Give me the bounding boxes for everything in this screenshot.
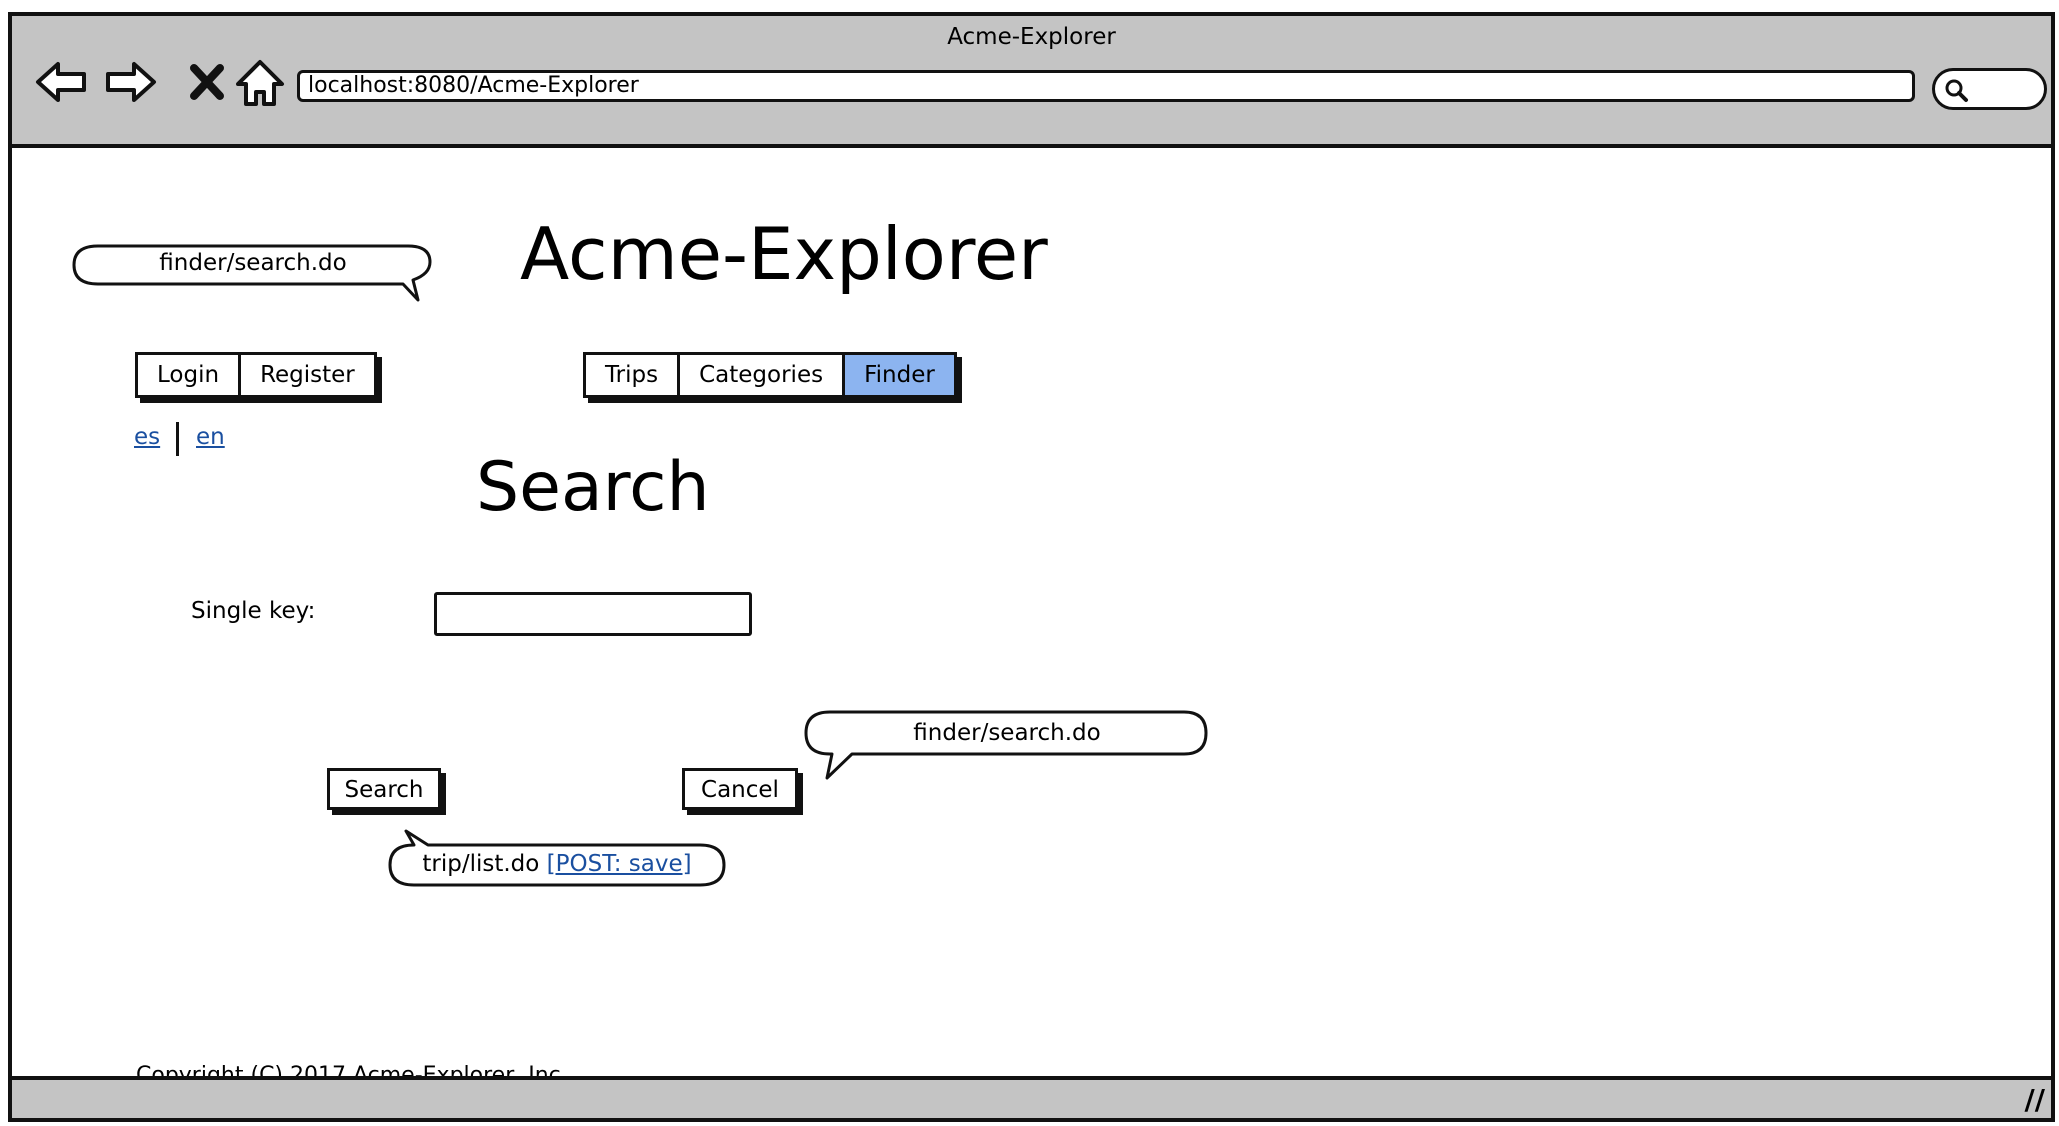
browser-window: Acme-Explorer localhost:8080/Acme-Explor…	[8, 12, 2055, 1122]
auth-button-bar: Login Register	[135, 352, 377, 398]
back-icon[interactable]	[34, 54, 90, 110]
page-heading: Search	[476, 448, 710, 527]
tab-categories[interactable]: Categories	[680, 355, 846, 395]
register-button[interactable]: Register	[241, 355, 374, 395]
url-annotation-text: finder/search.do	[159, 250, 347, 276]
app-title: Acme-Explorer	[520, 212, 1048, 296]
login-button[interactable]: Login	[138, 355, 242, 395]
language-link-es[interactable]: es	[134, 424, 160, 450]
tab-trips[interactable]: Trips	[586, 355, 681, 395]
single-key-input[interactable]	[434, 592, 752, 636]
url-annotation-text: trip/list.do [POST: save]	[384, 851, 730, 877]
home-icon[interactable]	[232, 54, 288, 110]
cancel-button[interactable]: Cancel	[682, 768, 798, 810]
url-annotation-search: trip/list.do [POST: save]	[384, 829, 730, 891]
search-icon	[1945, 79, 1968, 102]
language-link-en[interactable]: en	[196, 424, 225, 450]
stop-icon[interactable]	[180, 54, 236, 110]
language-separator	[176, 422, 179, 456]
main-nav-tabs: Trips Categories Finder	[583, 352, 957, 398]
single-key-label: Single key:	[191, 598, 316, 624]
browser-toolbar: Acme-Explorer localhost:8080/Acme-Explor…	[12, 16, 2051, 148]
forward-icon[interactable]	[102, 54, 158, 110]
url-annotation-text: finder/search.do	[913, 720, 1101, 746]
tab-finder[interactable]: Finder	[845, 355, 954, 395]
url-annotation-top: finder/search.do	[68, 242, 438, 302]
post-save-link[interactable]: [POST: save]	[547, 851, 692, 877]
browser-search-box[interactable]	[1932, 68, 2047, 110]
page-content: finder/search.do Acme-Explorer Login Reg…	[12, 148, 2051, 1088]
url-annotation-prefix: trip/list.do	[422, 851, 547, 877]
resize-grip-icon[interactable]: //	[2025, 1083, 2045, 1116]
address-bar[interactable]: localhost:8080/Acme-Explorer	[297, 70, 1915, 102]
url-annotation-cancel: finder/search.do	[802, 708, 1212, 792]
browser-status-bar: //	[12, 1076, 2051, 1118]
search-button[interactable]: Search	[327, 768, 441, 810]
window-title: Acme-Explorer	[947, 24, 1116, 50]
